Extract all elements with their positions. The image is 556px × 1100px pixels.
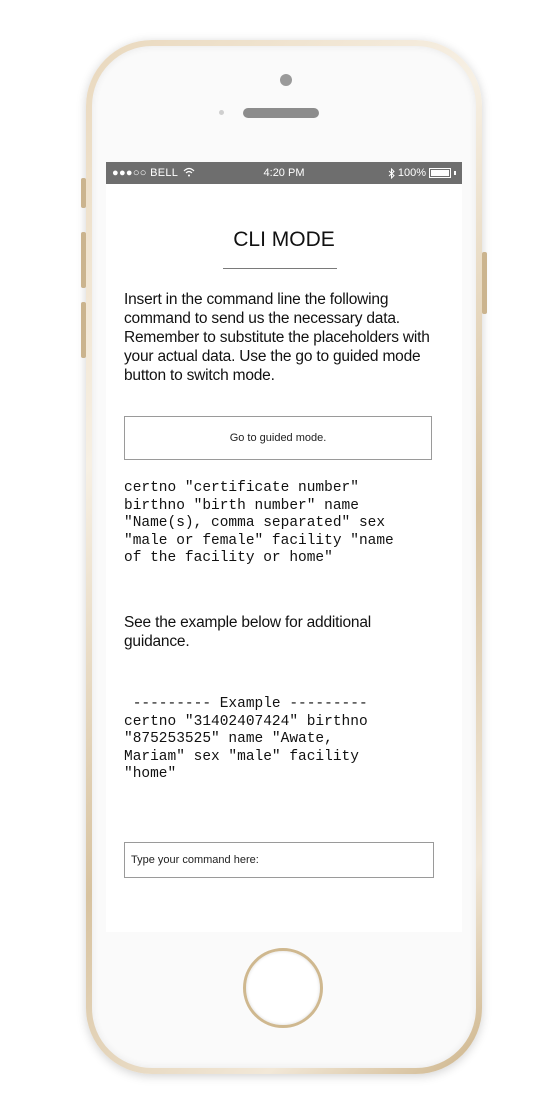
- go-to-guided-mode-button[interactable]: Go to guided mode.: [124, 416, 432, 460]
- proximity-sensor: [219, 110, 224, 115]
- guidance-text: See the example below for additional gui…: [124, 614, 371, 650]
- earpiece-speaker: [243, 108, 319, 118]
- battery-tip: [454, 171, 456, 175]
- battery-fill: [431, 170, 449, 176]
- instructions-text: Insert in the command line the following…: [124, 291, 430, 384]
- battery-icon: [429, 168, 451, 178]
- page-title: CLI MODE: [233, 228, 335, 251]
- volume-up-button: [81, 232, 86, 288]
- bluetooth-icon: [388, 167, 395, 179]
- mute-switch: [81, 178, 86, 208]
- status-right: 100%: [388, 162, 456, 184]
- status-bar: ●●●○○ BELL 4:20 PM 100%: [106, 162, 462, 184]
- phone-screen: ●●●○○ BELL 4:20 PM 100% CLI MODE Insert …: [106, 162, 462, 932]
- battery-percentage: 100%: [397, 167, 426, 179]
- example-command: --------- Example --------- certno "3140…: [124, 696, 368, 782]
- home-button[interactable]: [243, 948, 323, 1028]
- front-camera-icon: [280, 74, 292, 86]
- command-template: certno "certificate number" birthno "bir…: [124, 480, 394, 566]
- command-input[interactable]: [124, 842, 434, 878]
- power-button: [482, 252, 487, 314]
- volume-down-button: [81, 302, 86, 358]
- title-divider: [223, 268, 337, 269]
